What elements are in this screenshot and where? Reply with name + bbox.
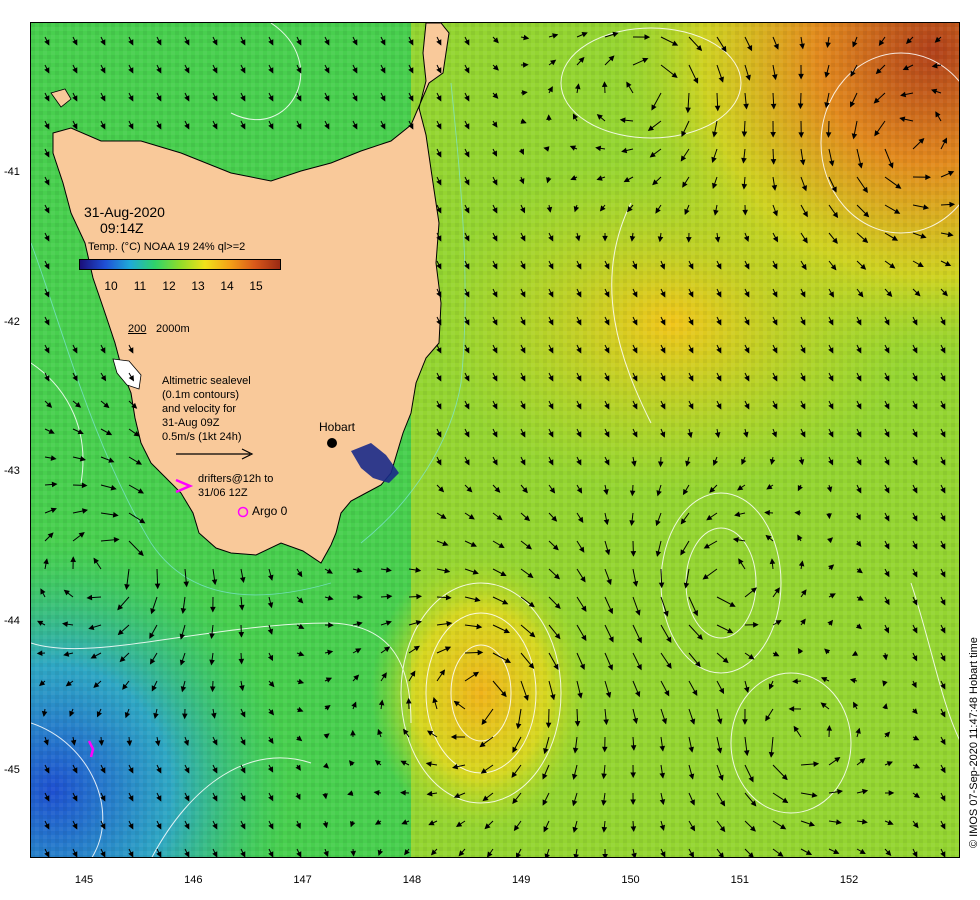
altimetry-line: 0.5m/s (1kt 24h) <box>162 431 242 443</box>
map-date: 31-Aug-2020 <box>84 204 165 220</box>
drifters-label-1: drifters@12h to <box>198 473 274 485</box>
x-tick-label: 151 <box>730 874 749 886</box>
colorbar-tick: 14 <box>220 279 234 293</box>
velocity-arrowhead <box>544 853 550 857</box>
argo-legend-icon <box>237 506 249 518</box>
altimetry-line: Altimetric sealevel <box>162 375 251 387</box>
hobart-label: Hobart <box>319 420 356 434</box>
isobath-label-2000: 2000m <box>156 323 190 335</box>
altimetry-line: (0.1m contours) <box>162 389 240 401</box>
map-time: 09:14Z <box>100 220 144 236</box>
x-tick-label: 147 <box>293 874 312 886</box>
y-tick-label: -44 <box>4 614 20 627</box>
x-tick-label: 150 <box>621 874 640 886</box>
y-tick-label: -45 <box>4 764 20 776</box>
colorbar-tick: 13 <box>191 279 205 293</box>
altimetry-line: and velocity for <box>162 403 236 415</box>
velocity-scale-arrow <box>176 448 254 460</box>
velocity-arrowhead <box>573 853 579 857</box>
isobath-label-200: 200 <box>128 323 147 335</box>
argo-label: Argo 0 <box>252 504 288 518</box>
copyright-credit: © IMOS 07-Sep-2020 11:47:48 Hobart time <box>968 637 980 848</box>
velocity-arrowhead <box>631 852 637 857</box>
x-tick-label: 149 <box>512 874 531 886</box>
altimetry-legend: Altimetric sealevel (0.1m contours) and ve… <box>162 374 251 444</box>
colorbar-tick: 10 <box>104 279 118 293</box>
x-tick-label: 145 <box>74 874 94 886</box>
y-tick-label: -43 <box>4 465 20 477</box>
temperature-colorbar <box>79 259 281 270</box>
sensor-label: Temp. (°C) NOAA 19 24% ql>=2 <box>88 241 246 253</box>
x-tick-label: 152 <box>839 874 859 886</box>
hobart-marker <box>327 438 337 448</box>
colorbar-tick: 12 <box>162 279 176 293</box>
colorbar-tick: 15 <box>249 279 263 293</box>
drifter-legend-icon <box>175 478 194 494</box>
colorbar-tick: 11 <box>133 279 147 293</box>
y-tick-label: -41 <box>4 166 20 178</box>
y-tick-label: -42 <box>4 315 20 328</box>
velocity-arrowhead <box>602 853 608 857</box>
altimetry-line: 31-Aug 09Z <box>162 417 220 429</box>
x-tick-label: 148 <box>402 874 422 886</box>
drifters-label-2: 31/06 12Z <box>198 487 248 499</box>
x-tick-label: 146 <box>184 874 203 886</box>
